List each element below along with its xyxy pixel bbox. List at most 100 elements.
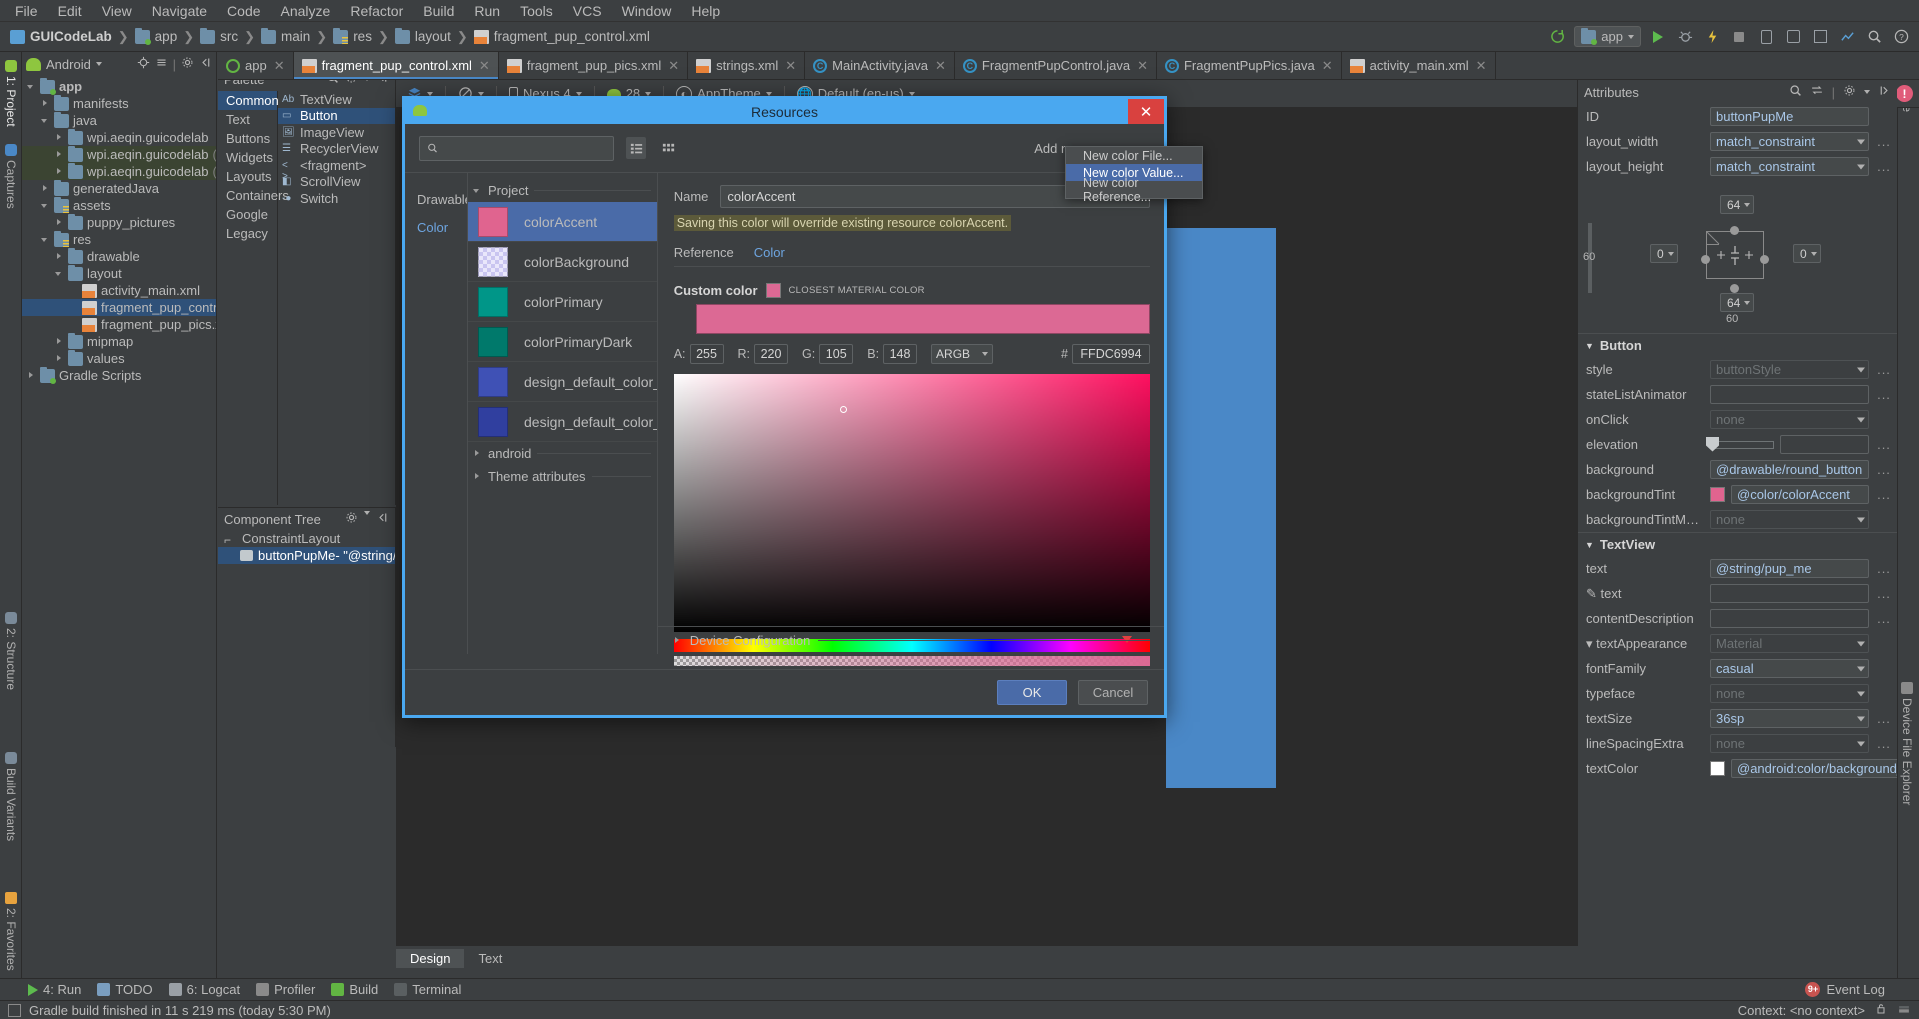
project-tree-item-11[interactable]: layout: [22, 264, 216, 282]
chevron-down-icon[interactable]: [95, 62, 102, 66]
sync-gradle-icon[interactable]: [1547, 27, 1567, 47]
locate-icon[interactable]: [137, 56, 150, 72]
chevron-down-icon[interactable]: ▾: [1586, 636, 1596, 651]
palette-item-scrollview[interactable]: ◧ ScrollView: [278, 174, 395, 191]
project-tree-item-16[interactable]: values: [22, 349, 216, 367]
breadcrumb-item-2[interactable]: src: [196, 27, 242, 44]
sdk-manager-icon[interactable]: [1783, 27, 1803, 47]
color-preview-swatch[interactable]: [695, 304, 1150, 334]
resource-row-colorPrimary[interactable]: colorPrimary: [468, 282, 657, 322]
chevron-right-icon[interactable]: [40, 184, 50, 194]
menu-item-refactor[interactable]: Refactor: [341, 1, 412, 21]
breadcrumb-item-0[interactable]: GUICodeLab: [6, 29, 116, 44]
attribute-more-icon[interactable]: ...: [1875, 437, 1893, 452]
editor-tab-strings-xml[interactable]: strings.xml ✕: [688, 52, 806, 79]
attribute-color-swatch[interactable]: [1710, 761, 1725, 776]
group-android[interactable]: android: [468, 442, 657, 465]
constraint-bottom-value[interactable]: 64: [1720, 293, 1755, 312]
constraint-anchor-top[interactable]: [1730, 226, 1739, 235]
attribute-slider[interactable]: [1706, 436, 1774, 452]
resource-tab-color[interactable]: Color: [754, 245, 785, 260]
palette-item-recyclerview[interactable]: ☰ RecyclerView: [278, 141, 395, 158]
chevron-right-icon[interactable]: [26, 371, 36, 381]
chevron-down-icon[interactable]: [575, 91, 582, 96]
memory-indicator-icon[interactable]: [1897, 1002, 1911, 1018]
attribute-value[interactable]: Material: [1710, 634, 1869, 653]
attribute-dropdown-icon[interactable]: [1857, 417, 1865, 422]
reference-color-tabs[interactable]: Reference Color: [673, 245, 1150, 267]
chevron-down-icon[interactable]: [364, 511, 370, 515]
chevron-none-icon[interactable]: [68, 320, 78, 330]
color-cursor[interactable]: [839, 406, 847, 413]
chevron-down-icon[interactable]: [645, 91, 652, 96]
alpha-slider[interactable]: [673, 656, 1150, 666]
chevron-right-icon[interactable]: [40, 99, 50, 109]
project-tree-item-10[interactable]: drawable: [22, 247, 216, 265]
attribute-dropdown-icon[interactable]: [1857, 367, 1865, 372]
project-tree-item-6[interactable]: generatedJava: [22, 179, 216, 197]
attribute-dropdown-icon[interactable]: [1857, 666, 1865, 671]
profiler-toolbar-icon[interactable]: [1837, 27, 1857, 47]
project-tree-item-8[interactable]: puppy_pictures: [22, 213, 216, 231]
gear-icon[interactable]: [1843, 84, 1856, 100]
palette-categories[interactable]: Common Text Buttons Widgets Layouts Container…: [218, 91, 289, 505]
status-button-terminal[interactable]: Terminal: [394, 982, 461, 997]
palette-item-fragment[interactable]: < > <fragment>: [278, 157, 395, 182]
chevron-down-icon[interactable]: [40, 235, 50, 245]
attribute-more-icon[interactable]: ...: [1875, 736, 1893, 751]
chevron-down-icon[interactable]: ▼: [1585, 341, 1594, 351]
lock-icon[interactable]: [1875, 1002, 1887, 1018]
attribute-value[interactable]: casual: [1710, 659, 1869, 678]
attribute-more-icon[interactable]: ...: [1875, 159, 1893, 174]
hide-panel-icon[interactable]: [376, 511, 389, 527]
chevron-none-icon[interactable]: [68, 286, 78, 296]
hide-panel-icon[interactable]: [1878, 84, 1891, 100]
attribute-value[interactable]: match_constraint: [1710, 132, 1869, 151]
toggle-view-icon[interactable]: [1810, 84, 1824, 100]
attribute-dropdown-icon[interactable]: [1857, 691, 1865, 696]
list-view-icon[interactable]: [626, 137, 646, 159]
palette-items[interactable]: Ab TextView ▭ Button 🖼 ImageView ☰ RecyclerView…: [278, 91, 395, 505]
attributes-section-textview[interactable]: ▼ TextView: [1578, 532, 1897, 556]
gear-icon[interactable]: [181, 56, 194, 72]
close-icon[interactable]: ✕: [1476, 58, 1487, 74]
left-tool--structure[interactable]: 2: Structure: [4, 612, 18, 690]
chevron-down-icon[interactable]: [1864, 90, 1870, 94]
project-tree-item-9[interactable]: res: [22, 230, 216, 248]
palette-category-google[interactable]: Google: [218, 205, 277, 224]
attribute-more-icon[interactable]: ...: [1875, 561, 1893, 576]
hide-panel-icon[interactable]: [199, 56, 212, 72]
attribute-more-icon[interactable]: ...: [1875, 362, 1893, 377]
chevron-down-icon[interactable]: [40, 201, 50, 211]
chevron-down-icon[interactable]: ▼: [1585, 540, 1594, 550]
search-field[interactable]: [443, 140, 606, 156]
debug-icon[interactable]: [1675, 27, 1695, 47]
chevron-down-icon[interactable]: [26, 82, 36, 92]
channel-input-R[interactable]: 220: [754, 344, 789, 364]
component-tree-nodes[interactable]: ⌐ ConstraintLayout buttonPupMe- "@string/p…: [218, 530, 395, 564]
module-selector[interactable]: app: [1574, 26, 1641, 47]
channel-input-A[interactable]: 255: [689, 344, 724, 364]
editor-tab-mainactivity-java[interactable]: MainActivity.java ✕: [805, 52, 955, 79]
attribute-dropdown-icon[interactable]: [1857, 716, 1865, 721]
breadcrumb-item-3[interactable]: main: [257, 27, 314, 44]
menu-item-build[interactable]: Build: [414, 1, 463, 21]
tool-window-buttons-bar[interactable]: 4: Run TODO 6: Logcat Profiler Build Terminal: [0, 978, 1919, 1000]
attribute-value[interactable]: none: [1710, 684, 1869, 703]
project-tree-item-14[interactable]: fragment_pup_pics.xml: [22, 316, 216, 333]
device-configuration-section[interactable]: Device Configuration: [657, 626, 1164, 654]
palette-category-buttons[interactable]: Buttons: [218, 129, 277, 148]
breadcrumb-item-4[interactable]: res: [329, 27, 376, 44]
constraint-right-value[interactable]: 0: [1793, 244, 1821, 263]
resource-rows[interactable]: colorAccent colorBackground colorPrimary co…: [468, 202, 657, 442]
project-tree-item-7[interactable]: assets: [22, 196, 216, 214]
attribute-value[interactable]: @drawable/round_button: [1710, 460, 1869, 479]
chevron-right-icon[interactable]: [54, 150, 64, 160]
attribute-value[interactable]: [1780, 435, 1869, 454]
palette-item-button[interactable]: ▭ Button: [278, 107, 395, 124]
project-tree-item-3[interactable]: wpi.aeqin.guicodelab: [22, 128, 216, 146]
project-tree-item-0[interactable]: app: [22, 77, 216, 95]
resource-row-colorAccent[interactable]: colorAccent: [468, 202, 657, 242]
editor-tab-fragment_pup_control-xml[interactable]: fragment_pup_control.xml ✕: [293, 52, 499, 79]
palette-item-textview[interactable]: Ab TextView: [278, 91, 395, 108]
